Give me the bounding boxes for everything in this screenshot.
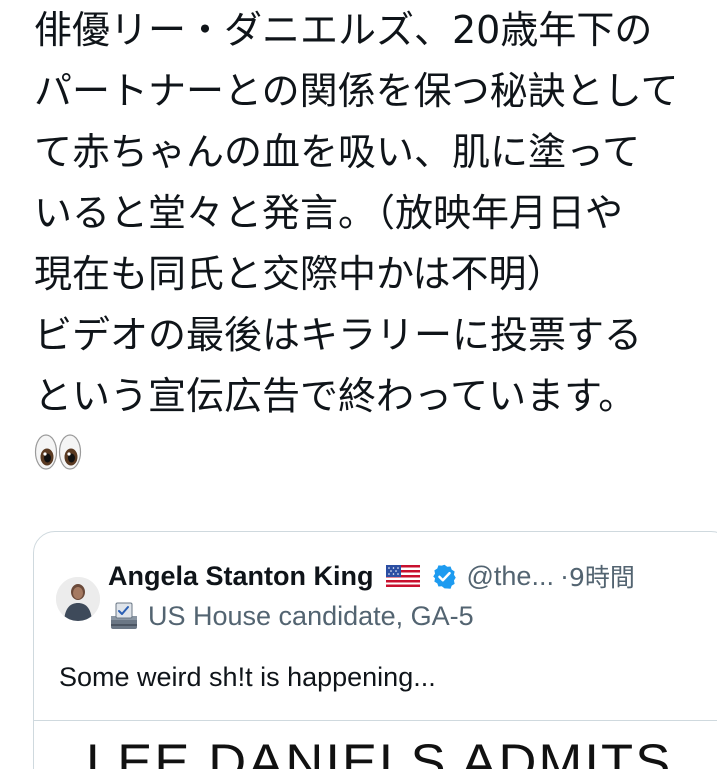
tweet-body: 俳優リー・ダニエルズ、20歳年下の パートナーとの関係を保つ秘訣として て赤ちゃ… — [34, 0, 704, 427]
tweet-line: て赤ちゃんの血を吸い、肌に塗って — [34, 130, 641, 174]
quoted-author-row: Angela Stanton King @the... · 9時間 — [108, 556, 635, 596]
verified-badge-icon — [432, 564, 456, 589]
us-flag-icon — [385, 565, 420, 587]
quoted-media-preview[interactable]: LEE DANIELS ADMITS — [34, 720, 717, 769]
tweet-line: パートナーとの関係を保つ秘訣として — [34, 69, 679, 113]
author-bio: US House candidate, GA-5 — [148, 600, 474, 631]
tweet-line: いると堂々と発言。（放映年月日や — [34, 191, 624, 235]
tweet-line: ビデオの最後はキラリーに投票する — [34, 313, 643, 357]
quoted-tweet-text: Some weird sh!t is happening... — [59, 662, 436, 692]
timestamp[interactable]: 9時間 — [569, 558, 635, 594]
eyes-emoji-icon — [34, 434, 82, 470]
author-handle[interactable]: @the... — [467, 561, 554, 592]
ballot-box-icon — [111, 602, 137, 629]
media-headline: LEE DANIELS ADMITS — [86, 734, 673, 769]
separator-dot: · — [559, 560, 569, 591]
quoted-tweet-card[interactable]: Angela Stanton King @the... · 9時間 US Hou… — [33, 531, 717, 769]
quoted-author-bio-row: US House candidate, GA-5 — [108, 596, 474, 636]
avatar[interactable] — [56, 577, 100, 621]
author-name[interactable]: Angela Stanton King — [108, 561, 374, 592]
avatar-image — [56, 577, 100, 621]
tweet-line: 現在も同氏と交際中かは不明） — [34, 252, 565, 296]
tweet-line: 俳優リー・ダニエルズ、20歳年下の — [34, 8, 653, 52]
tweet-line: という宣伝広告で終わっています。 — [34, 374, 637, 418]
